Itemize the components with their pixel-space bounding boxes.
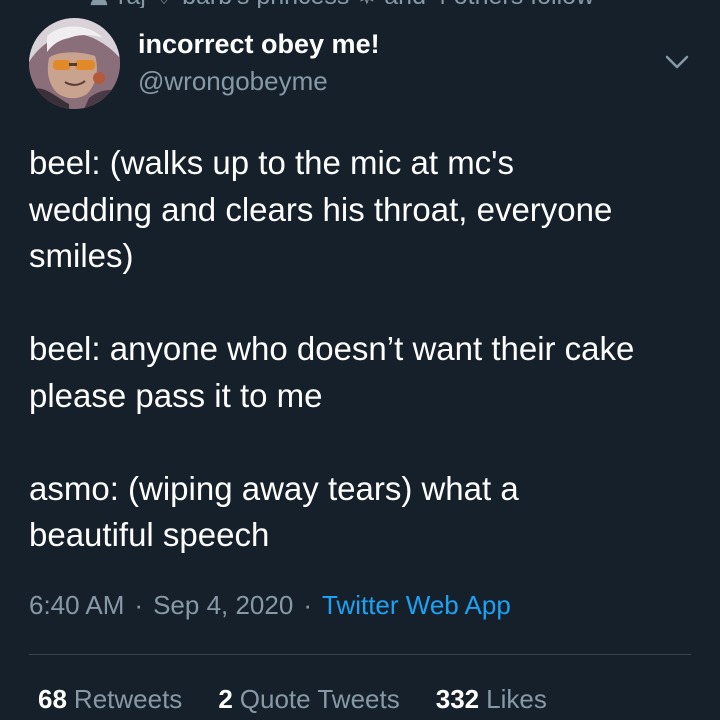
- divider: [29, 654, 691, 655]
- chevron-down-icon[interactable]: [664, 52, 690, 72]
- likes-count: 332: [435, 684, 480, 714]
- tweet-date[interactable]: Sep 4, 2020: [153, 590, 293, 620]
- retweets-stat[interactable]: 68 Retweets: [38, 684, 182, 715]
- engagement-stats: 68 Retweets 2 Quote Tweets 332 Likes: [38, 684, 547, 715]
- meta-separator: ·: [303, 590, 312, 620]
- quote-tweets-stat[interactable]: 2 Quote Tweets: [218, 684, 399, 715]
- social-context-text: raj ♡ barb's princess ✵ and 4 others fol…: [118, 0, 594, 8]
- author-handle[interactable]: @wrongobeyme: [138, 66, 328, 97]
- tweet-paragraph: asmo: (wiping away tears) what a beautif…: [29, 469, 519, 554]
- likes-stat[interactable]: 332 Likes: [436, 684, 547, 715]
- tweet-time[interactable]: 6:40 AM: [29, 590, 124, 620]
- retweets-label: Retweets: [73, 684, 183, 714]
- source-link[interactable]: Twitter Web App: [322, 590, 511, 620]
- avatar[interactable]: [29, 18, 120, 109]
- avatar-illustration: [29, 18, 120, 109]
- tweet-detail-page: raj ♡ barb's princess ✵ and 4 others fol…: [0, 0, 720, 720]
- tweet-paragraph: beel: anyone who doesn’t want their cake…: [29, 330, 635, 414]
- retweets-count: 68: [38, 684, 67, 714]
- tweet-paragraph: beel: (walks up to the mic at mc's weddi…: [29, 144, 613, 274]
- social-context[interactable]: raj ♡ barb's princess ✵ and 4 others fol…: [88, 0, 708, 8]
- author-name[interactable]: incorrect obey me!: [138, 29, 380, 60]
- likes-label: Likes: [486, 684, 547, 714]
- quote-tweets-label: Quote Tweets: [239, 684, 400, 714]
- meta-separator: ·: [134, 590, 144, 620]
- quote-tweets-count: 2: [218, 684, 233, 714]
- tweet-metadata: 6:40 AM · Sep 4, 2020 · Twitter Web App: [29, 590, 511, 621]
- person-icon: [90, 0, 108, 6]
- tweet-text: beel: (walks up to the mic at mc's weddi…: [29, 140, 699, 559]
